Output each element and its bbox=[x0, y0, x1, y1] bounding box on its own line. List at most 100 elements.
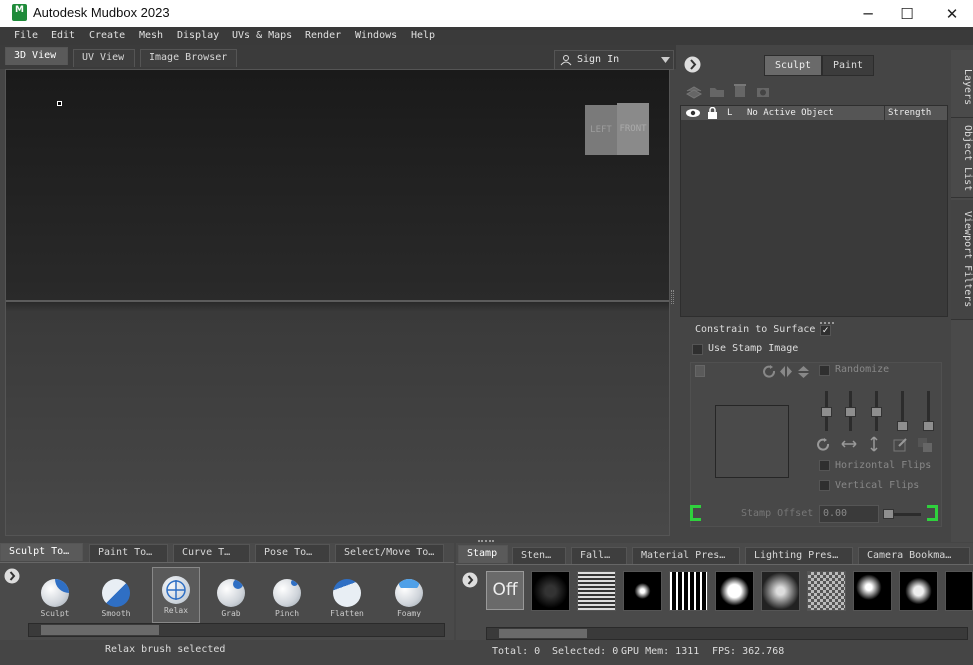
3d-viewport[interactable]: LEFT FRONT bbox=[5, 69, 670, 536]
stamp-tray-scroll-thumb[interactable] bbox=[499, 629, 587, 638]
horizontal-arrows-icon[interactable] bbox=[841, 439, 857, 449]
splitter-handle[interactable] bbox=[671, 290, 674, 304]
panel-grip[interactable] bbox=[820, 322, 834, 324]
chevron-right-icon[interactable] bbox=[684, 56, 701, 73]
stamp-thumb-2[interactable] bbox=[577, 571, 616, 611]
menu-file[interactable]: File bbox=[14, 30, 38, 41]
stamp-image-button[interactable] bbox=[695, 365, 705, 377]
side-tab-viewport-filters[interactable]: Viewport Filters bbox=[951, 200, 973, 320]
tab-paint-tools[interactable]: Paint To… bbox=[89, 544, 168, 562]
close-button[interactable]: ✕ bbox=[934, 4, 970, 24]
tab-stamp[interactable]: Stamp bbox=[458, 545, 508, 563]
horizontal-flips-label: Horizontal Flips bbox=[835, 460, 932, 471]
ground-horizon-line bbox=[6, 300, 669, 302]
tab-stencil[interactable]: Sten… bbox=[512, 547, 566, 565]
brush-tray-scrollbar[interactable] bbox=[28, 623, 445, 637]
stamp-offset-input[interactable]: 0.00 bbox=[819, 505, 879, 523]
layer-list[interactable]: L No Active Object Strength bbox=[680, 105, 948, 317]
tab-material-presets[interactable]: Material Pres… bbox=[632, 547, 740, 565]
edit-icon[interactable] bbox=[893, 437, 908, 452]
window-title: Autodesk Mudbox 2023 bbox=[33, 5, 170, 20]
stamp-thumb-1[interactable] bbox=[531, 571, 570, 611]
menu-edit[interactable]: Edit bbox=[51, 30, 75, 41]
stamp-thumb-4[interactable] bbox=[669, 571, 708, 611]
brush-tray-scroll-thumb[interactable] bbox=[41, 625, 159, 635]
menu-display[interactable]: Display bbox=[177, 30, 219, 41]
tab-lighting-presets[interactable]: Lighting Pres… bbox=[745, 547, 853, 565]
stamp-thumb-7[interactable] bbox=[807, 571, 846, 611]
stamp-tray-scrollbar[interactable] bbox=[486, 627, 968, 640]
stamp-thumb-5[interactable] bbox=[715, 571, 754, 611]
stamp-preview[interactable] bbox=[715, 405, 789, 478]
chevron-right-icon[interactable] bbox=[462, 572, 478, 588]
sign-in-button[interactable]: Sign In bbox=[554, 50, 674, 70]
lock-icon[interactable] bbox=[707, 107, 718, 119]
menu-uvs-maps[interactable]: UVs & Maps bbox=[232, 30, 292, 41]
menu-mesh[interactable]: Mesh bbox=[139, 30, 163, 41]
tab-falloff[interactable]: Fall… bbox=[571, 547, 627, 565]
tab-image-browser[interactable]: Image Browser bbox=[140, 49, 237, 67]
right-panel: Sculpt Paint L No Active Object Strength… bbox=[676, 50, 951, 542]
flip-horizontal-icon[interactable] bbox=[779, 365, 793, 378]
layers-icon[interactable] bbox=[917, 437, 933, 453]
view-cube-front-face[interactable]: FRONT bbox=[617, 103, 649, 155]
new-layer-icon[interactable] bbox=[686, 85, 702, 99]
flip-vertical-icon[interactable] bbox=[797, 365, 810, 379]
side-tab-bar: Layers Object List Viewport Filters bbox=[951, 50, 973, 542]
tray-grip[interactable] bbox=[478, 540, 494, 542]
constrain-to-surface-checkbox[interactable]: ✓ bbox=[820, 325, 831, 336]
tab-uv-view[interactable]: UV View bbox=[73, 49, 135, 67]
vertical-arrows-icon[interactable] bbox=[869, 436, 879, 452]
visibility-eye-icon[interactable] bbox=[685, 108, 701, 118]
brush-flatten[interactable]: Flatten bbox=[324, 571, 370, 625]
stamp-thumb-8[interactable] bbox=[853, 571, 892, 611]
view-cube-left-face[interactable]: LEFT bbox=[585, 105, 617, 155]
stamp-slider-1[interactable] bbox=[821, 391, 832, 431]
tab-select-move-tools[interactable]: Select/Move To… bbox=[335, 544, 444, 562]
stamp-slider-2[interactable] bbox=[845, 391, 856, 431]
tab-3d-view[interactable]: 3D View bbox=[5, 47, 68, 65]
brush-pinch[interactable]: Pinch bbox=[264, 571, 310, 625]
layer-camera-icon[interactable] bbox=[756, 85, 774, 99]
tab-sculpt-tools[interactable]: Sculpt To… bbox=[0, 543, 83, 561]
brush-foamy[interactable]: Foamy bbox=[386, 571, 432, 625]
rotate-icon[interactable] bbox=[817, 438, 831, 451]
vertical-flips-checkbox[interactable] bbox=[819, 480, 830, 491]
menu-windows[interactable]: Windows bbox=[355, 30, 397, 41]
stamp-slider-3[interactable] bbox=[871, 391, 882, 431]
tab-pose-tools[interactable]: Pose To… bbox=[255, 544, 330, 562]
side-tab-layers[interactable]: Layers bbox=[951, 58, 973, 118]
stamp-thumb-10[interactable] bbox=[945, 571, 973, 611]
trash-icon[interactable] bbox=[734, 83, 746, 98]
tab-sculpt-mode[interactable]: Sculpt bbox=[764, 55, 822, 76]
stamp-tray: Stamp Sten… Fall… Material Pres… Lightin… bbox=[456, 543, 973, 640]
use-stamp-image-checkbox[interactable] bbox=[692, 344, 703, 355]
brush-relax[interactable]: Relax bbox=[152, 567, 200, 623]
stamp-offset-slider[interactable] bbox=[883, 509, 921, 519]
randomize-checkbox[interactable] bbox=[819, 365, 830, 376]
view-cube[interactable]: LEFT FRONT bbox=[583, 99, 651, 155]
brush-grab[interactable]: Grab bbox=[208, 571, 254, 625]
stamp-thumb-9[interactable] bbox=[899, 571, 938, 611]
stamp-slider-5[interactable] bbox=[923, 391, 934, 431]
stamp-slider-4[interactable] bbox=[897, 391, 908, 431]
menu-create[interactable]: Create bbox=[89, 30, 125, 41]
brush-smooth[interactable]: Smooth bbox=[93, 571, 139, 625]
stamp-off-button[interactable]: Off bbox=[486, 571, 524, 610]
stamp-thumb-6[interactable] bbox=[761, 571, 800, 611]
horizontal-flips-checkbox[interactable] bbox=[819, 460, 830, 471]
folder-icon[interactable] bbox=[709, 86, 725, 98]
chevron-right-icon[interactable] bbox=[4, 568, 20, 584]
stamp-thumb-3[interactable] bbox=[623, 571, 662, 611]
brush-sculpt-label: Sculpt bbox=[40, 609, 70, 617]
rotate-icon[interactable] bbox=[763, 365, 777, 378]
side-tab-object-list[interactable]: Object List bbox=[951, 120, 973, 198]
tab-camera-bookmarks[interactable]: Camera Bookma… bbox=[858, 547, 970, 565]
menu-help[interactable]: Help bbox=[411, 30, 435, 41]
menu-render[interactable]: Render bbox=[305, 30, 341, 41]
tab-paint-mode[interactable]: Paint bbox=[822, 55, 874, 76]
tab-curve-tools[interactable]: Curve T… bbox=[173, 544, 250, 562]
brush-sculpt[interactable]: Sculpt bbox=[32, 571, 78, 625]
minimize-button[interactable]: ─ bbox=[850, 4, 886, 24]
maximize-button[interactable]: ☐ bbox=[889, 4, 925, 24]
